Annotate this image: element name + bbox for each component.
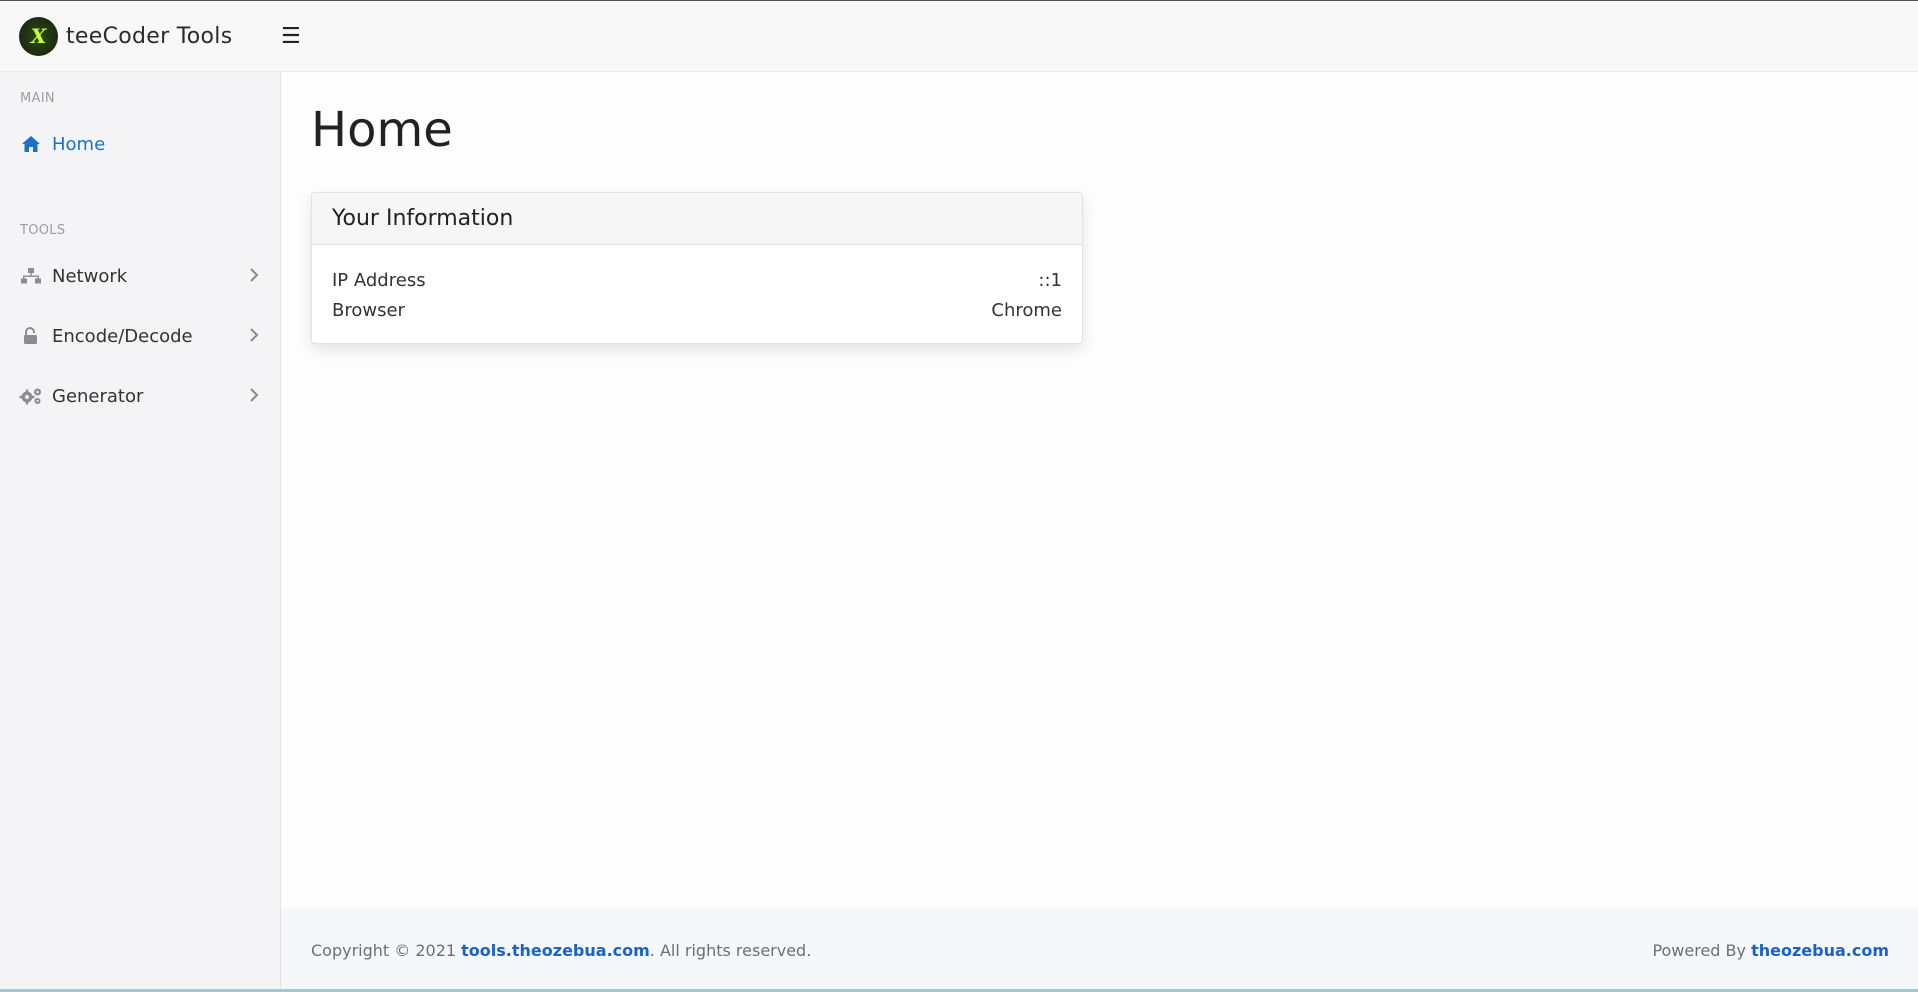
sidebar-item-network[interactable]: Network — [0, 256, 281, 296]
info-label: Browser — [332, 299, 405, 321]
copyright-prefix: Copyright © 2021 — [311, 940, 462, 960]
home-icon — [19, 135, 43, 153]
sidebar-item-encode-decode[interactable]: Encode/Decode — [0, 316, 281, 356]
sidebar-item-label: Home — [52, 133, 106, 155]
footer-copyright: Copyright © 2021 tools.theozebua.com. Al… — [311, 941, 811, 960]
sidebar: MAIN Home TOOLS Network Encode/Decode Ge… — [0, 72, 281, 992]
chevron-right-icon — [250, 388, 259, 402]
chevron-right-icon — [250, 268, 259, 282]
copyright-link[interactable]: tools.theozebua.com — [461, 941, 650, 960]
copyright-suffix: . All rights reserved. — [649, 940, 812, 960]
brand-logo: X — [19, 16, 58, 56]
sidebar-item-generator[interactable]: Generator — [0, 376, 281, 416]
footer-powered-by: Powered By theozebua.com — [1652, 941, 1889, 960]
powered-link[interactable]: theozebua.com — [1751, 941, 1889, 960]
top-navbar: X teeCoder Tools ☰ — [0, 1, 1918, 72]
sidebar-item-label: Generator — [52, 385, 144, 407]
sidebar-item-label: Network — [52, 265, 128, 287]
info-row-browser: Browser Chrome — [332, 295, 1062, 325]
card-title: Your Information — [312, 193, 1082, 245]
info-label: IP Address — [332, 269, 426, 291]
info-value: Chrome — [991, 299, 1062, 321]
sidebar-section-tools: TOOLS — [20, 223, 66, 238]
network-icon — [19, 267, 43, 285]
page-title: Home — [311, 102, 453, 158]
main-content: Home Your Information IP Address ::1 Bro… — [281, 72, 1918, 908]
gears-icon — [19, 386, 43, 406]
sidebar-item-home[interactable]: Home — [0, 124, 281, 164]
sidebar-item-label: Encode/Decode — [52, 325, 193, 347]
brand[interactable]: X teeCoder Tools — [19, 16, 281, 56]
sidebar-section-main: MAIN — [20, 91, 55, 106]
info-row-ip: IP Address ::1 — [332, 265, 1062, 295]
powered-prefix: Powered By — [1652, 940, 1752, 960]
lock-icon — [19, 327, 43, 345]
info-value: ::1 — [1038, 269, 1062, 291]
info-card: Your Information IP Address ::1 Browser … — [311, 192, 1083, 344]
footer: Copyright © 2021 tools.theozebua.com. Al… — [281, 908, 1918, 992]
brand-name: teeCoder Tools — [66, 23, 233, 49]
chevron-right-icon — [250, 328, 259, 342]
hamburger-menu-icon[interactable]: ☰ — [281, 24, 301, 49]
